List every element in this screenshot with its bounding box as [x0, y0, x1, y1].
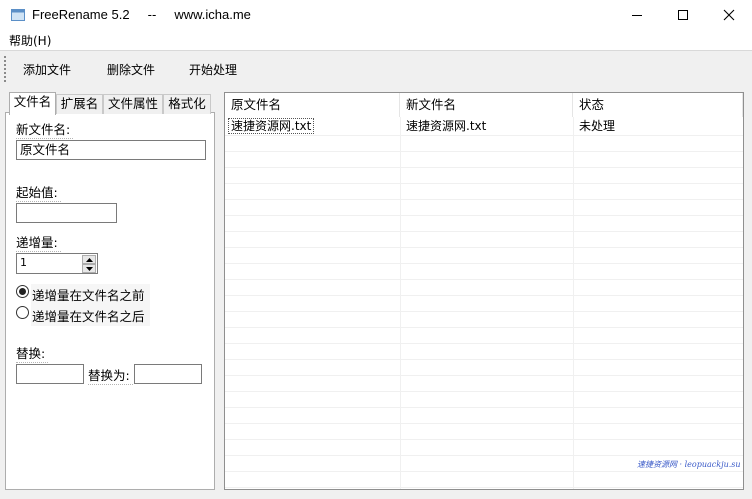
- grid-line: [225, 231, 743, 232]
- new-filename-input[interactable]: 原文件名: [16, 140, 206, 160]
- stepper-up-button[interactable]: [82, 255, 96, 264]
- grid-line: [225, 151, 743, 152]
- window-title: FreeRename 5.2 -- www.icha.me: [32, 7, 251, 22]
- replace-input[interactable]: [16, 364, 84, 384]
- minimize-icon: [632, 15, 642, 16]
- chevron-down-icon: [86, 267, 93, 271]
- column-header-original-name[interactable]: 原文件名: [225, 93, 400, 117]
- cell-status[interactable]: 未处理: [573, 118, 743, 135]
- maximize-button[interactable]: [660, 0, 706, 30]
- watermark: 速捷资源网 · leopuackju.su: [637, 460, 741, 469]
- grid-line: [225, 423, 743, 424]
- cell-original-name[interactable]: 速捷资源网.txt: [225, 118, 400, 135]
- maximize-icon: [678, 10, 688, 20]
- grid-line: [573, 93, 574, 489]
- grid-line: [225, 247, 743, 248]
- radio-button-unchecked[interactable]: [16, 306, 29, 319]
- title-bar[interactable]: FreeRename 5.2 -- www.icha.me: [0, 0, 752, 30]
- tab-extension[interactable]: 扩展名: [56, 94, 103, 114]
- menu-help[interactable]: 帮助(H): [9, 32, 51, 49]
- column-header-new-name[interactable]: 新文件名: [400, 93, 573, 117]
- radio-after-label: 递增量在文件名之后: [31, 305, 150, 326]
- add-files-button[interactable]: 添加文件: [23, 61, 71, 78]
- grid-line: [225, 407, 743, 408]
- new-filename-label: 新文件名:: [16, 119, 74, 139]
- grid-line: [225, 455, 743, 456]
- tab-format[interactable]: 格式化: [163, 94, 211, 114]
- radio-before-label: 递增量在文件名之前: [31, 284, 150, 305]
- grid-line: [225, 311, 743, 312]
- remove-files-button[interactable]: 删除文件: [107, 61, 155, 78]
- grid-line: [400, 93, 401, 489]
- grid-line: [225, 343, 743, 344]
- grid-line: [225, 391, 743, 392]
- minimize-button[interactable]: [614, 0, 660, 30]
- replace-label: 替换:: [16, 343, 49, 363]
- grid-line: [225, 215, 743, 216]
- close-icon: [723, 9, 735, 21]
- grid-line: [225, 263, 743, 264]
- column-header-status[interactable]: 状态: [573, 93, 743, 117]
- grid-line: [225, 359, 743, 360]
- app-icon: [11, 9, 25, 21]
- grid-line: [225, 327, 743, 328]
- grid-line: [225, 487, 743, 488]
- increment-label: 递增量:: [16, 232, 61, 252]
- grid-line: [225, 199, 743, 200]
- start-value-input[interactable]: [16, 203, 117, 223]
- file-list[interactable]: 原文件名 新文件名 状态 速捷资源网.txt 速捷资源网.txt 未处理 速捷资…: [224, 92, 744, 490]
- increment-value: 1: [20, 256, 27, 269]
- replace-with-input[interactable]: [134, 364, 202, 384]
- tab-file-attributes[interactable]: 文件属性: [103, 94, 163, 114]
- grid-line: [225, 279, 743, 280]
- grid-line: [225, 375, 743, 376]
- grid-line: [225, 167, 743, 168]
- radio-button-checked[interactable]: [16, 285, 29, 298]
- start-value-label: 起始值:: [16, 182, 61, 202]
- close-button[interactable]: [706, 0, 752, 30]
- chevron-up-icon: [86, 258, 93, 262]
- increment-stepper[interactable]: 1: [16, 253, 98, 274]
- toolbar: 添加文件 删除文件 开始处理: [0, 50, 752, 86]
- grid-line: [225, 135, 743, 136]
- start-process-button[interactable]: 开始处理: [189, 61, 237, 78]
- grid-line: [225, 183, 743, 184]
- tab-content-filename: 新文件名: 原文件名 起始值: 递增量: 1 递增量在文件名之前 递增量在文件名…: [5, 112, 215, 490]
- grid-line: [225, 471, 743, 472]
- menu-bar: 帮助(H): [0, 30, 752, 50]
- replace-with-label: 替换为:: [88, 365, 133, 385]
- grid-line: [225, 295, 743, 296]
- tab-filename[interactable]: 文件名: [9, 92, 56, 115]
- toolbar-grip[interactable]: [4, 56, 6, 82]
- grid-line: [225, 439, 743, 440]
- cell-new-name[interactable]: 速捷资源网.txt: [400, 118, 573, 135]
- options-panel: 新文件名: 原文件名 起始值: 递增量: 1 递增量在文件名之前 递增量在文件名…: [5, 92, 215, 490]
- stepper-down-button[interactable]: [82, 264, 96, 273]
